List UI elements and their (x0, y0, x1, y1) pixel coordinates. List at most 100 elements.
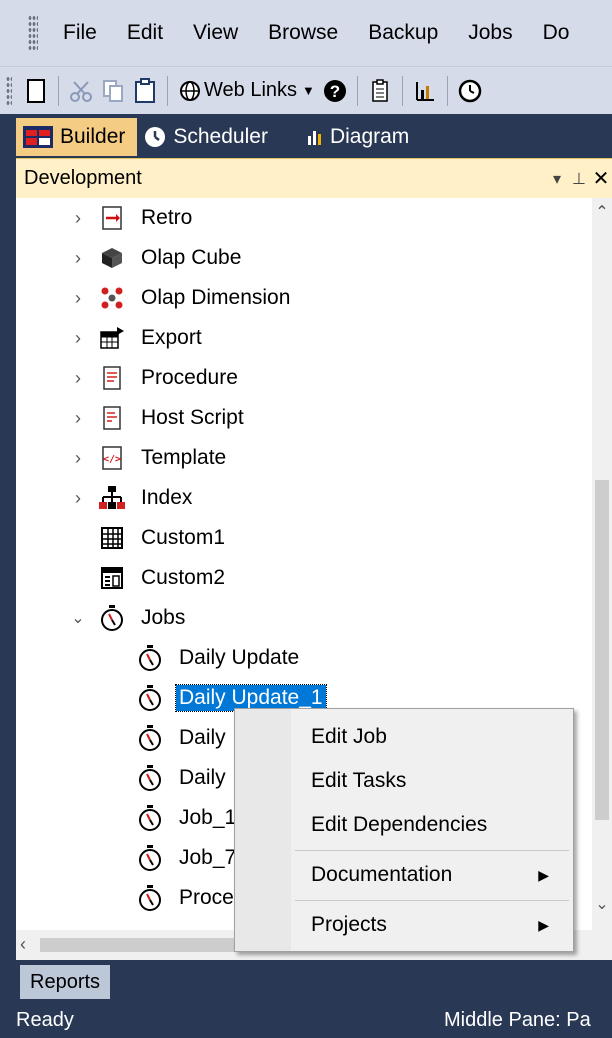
copy-button[interactable] (97, 75, 129, 107)
tree-item-job[interactable]: Job_1 (128, 798, 239, 838)
tree-item-custom2[interactable]: Custom2 (90, 558, 228, 598)
chart-button[interactable] (409, 75, 441, 107)
expand-chevron-icon[interactable]: › (66, 248, 90, 269)
retro-icon (98, 204, 126, 232)
tree-item-job[interactable]: Proce (128, 878, 237, 918)
menu-view[interactable]: View (178, 21, 253, 45)
menu-item-projects[interactable]: Projects ▶ (235, 905, 573, 945)
tab-reports[interactable]: Reports (20, 965, 111, 999)
tab-scheduler-label: Scheduler (173, 125, 268, 148)
menu-backup[interactable]: Backup (353, 21, 453, 45)
expand-chevron-icon[interactable]: › (66, 448, 90, 469)
vertical-scrollbar[interactable]: ⌃ ⌄ (592, 198, 612, 930)
tab-builder[interactable]: Builder (16, 118, 138, 156)
form-icon (98, 564, 126, 592)
tree-item-label: Template (141, 446, 227, 469)
menu-item-edit-job[interactable]: Edit Job (235, 717, 573, 757)
tab-strip: Builder Scheduler Diagram (0, 114, 612, 156)
tree-item-job[interactable]: Job_7 (128, 838, 239, 878)
new-document-button[interactable] (20, 75, 52, 107)
expand-chevron-icon[interactable]: › (66, 328, 90, 349)
menu-grip[interactable] (28, 15, 38, 51)
tab-builder-label: Builder (60, 125, 126, 148)
tree-item-olap-dimension[interactable]: › Olap Dimension (66, 278, 293, 318)
pin-icon[interactable]: ⊥ (568, 169, 590, 189)
svg-text:?: ? (330, 82, 340, 101)
menu-separator (295, 900, 569, 901)
tree-item-olap-cube[interactable]: › Olap Cube (66, 238, 244, 278)
stopwatch-icon (136, 804, 164, 832)
close-icon[interactable]: ✕ (590, 166, 612, 191)
expand-chevron-icon[interactable]: › (66, 408, 90, 429)
submenu-arrow-icon: ▶ (538, 916, 549, 933)
schedule-button[interactable] (454, 75, 486, 107)
tree-item-job[interactable]: Daily Update (128, 638, 302, 678)
cut-button[interactable] (65, 75, 97, 107)
grid-icon (98, 524, 126, 552)
stopwatch-icon (136, 724, 164, 752)
scroll-down-icon[interactable]: ⌄ (592, 894, 612, 918)
tree-item-job[interactable]: Daily (128, 718, 229, 758)
tree-item-label: Daily (179, 766, 226, 789)
tree-item-job[interactable]: Daily (128, 758, 229, 798)
expand-chevron-icon[interactable]: › (66, 288, 90, 309)
menu-item-edit-tasks[interactable]: Edit Tasks (235, 761, 573, 801)
dimension-icon (98, 284, 126, 312)
help-icon: ? (323, 79, 346, 102)
menu-doc[interactable]: Do (528, 21, 585, 45)
tree-item-label: Host Script (141, 406, 244, 429)
tree-item-template[interactable]: › </> Template (66, 438, 229, 478)
tree-item-procedure[interactable]: › Procedure (66, 358, 241, 398)
stopwatch-icon (136, 884, 164, 912)
menu-item-documentation[interactable]: Documentation ▶ (235, 855, 573, 895)
menu-item-label: Edit Dependencies (311, 813, 488, 836)
help-button[interactable]: ? (319, 75, 351, 107)
globe-icon (180, 80, 200, 101)
menu-item-label: Edit Job (311, 725, 387, 748)
tree-item-retro[interactable]: › Retro (66, 198, 195, 238)
svg-text:</>: </> (103, 454, 121, 465)
scroll-up-icon[interactable]: ⌃ (592, 202, 612, 226)
panel-dropdown-icon[interactable]: ▾ (546, 169, 568, 189)
clipboard-list-button[interactable] (364, 75, 396, 107)
web-links-button[interactable]: Web Links ▼ (174, 79, 319, 103)
tab-diagram[interactable]: Diagram (300, 118, 421, 156)
menu-browse[interactable]: Browse (253, 21, 353, 45)
expand-chevron-icon[interactable]: › (66, 488, 90, 509)
tree-item-index[interactable]: › Index (66, 478, 195, 518)
tree-item-label: Olap Cube (141, 246, 242, 269)
bar-chart-icon (306, 128, 324, 146)
status-text: Ready (16, 1008, 74, 1031)
menu-item-edit-dependencies[interactable]: Edit Dependencies (235, 805, 573, 845)
toolbar-grip[interactable] (6, 75, 12, 106)
stopwatch-icon (136, 644, 164, 672)
toolbar-separator (167, 75, 168, 106)
toolbar-separator (58, 75, 59, 106)
menu-file[interactable]: File (48, 21, 112, 45)
paste-button[interactable] (129, 75, 161, 107)
tree-item-jobs[interactable]: ⌄ Jobs (66, 598, 188, 638)
clock-icon (458, 79, 482, 102)
dropdown-arrow-icon: ▼ (302, 83, 315, 98)
tree-item-label: Job_1 (179, 806, 237, 829)
tree-item-export[interactable]: › Export (66, 318, 205, 358)
tree-item-label: Custom1 (141, 526, 226, 549)
tree-item-label: Jobs (141, 606, 186, 629)
tab-scheduler[interactable]: Scheduler (137, 118, 280, 156)
tree-item-custom1[interactable]: Custom1 (90, 518, 228, 558)
cube-icon (98, 244, 126, 272)
panel-title: Development (24, 167, 142, 189)
scrollbar-thumb[interactable] (40, 938, 240, 952)
menu-edit[interactable]: Edit (112, 21, 178, 45)
scrollbar-thumb[interactable] (595, 480, 609, 820)
copy-icon (103, 79, 123, 102)
tree-item-host-script[interactable]: › Host Script (66, 398, 247, 438)
menu-jobs[interactable]: Jobs (453, 21, 527, 45)
expand-chevron-icon[interactable]: › (66, 208, 90, 229)
expand-chevron-icon[interactable]: › (66, 368, 90, 389)
collapse-chevron-icon[interactable]: ⌄ (66, 608, 90, 628)
tab-diagram-label: Diagram (329, 125, 410, 148)
scroll-left-icon[interactable]: ‹ (20, 934, 26, 955)
export-icon (98, 324, 126, 352)
script-icon (98, 404, 126, 432)
